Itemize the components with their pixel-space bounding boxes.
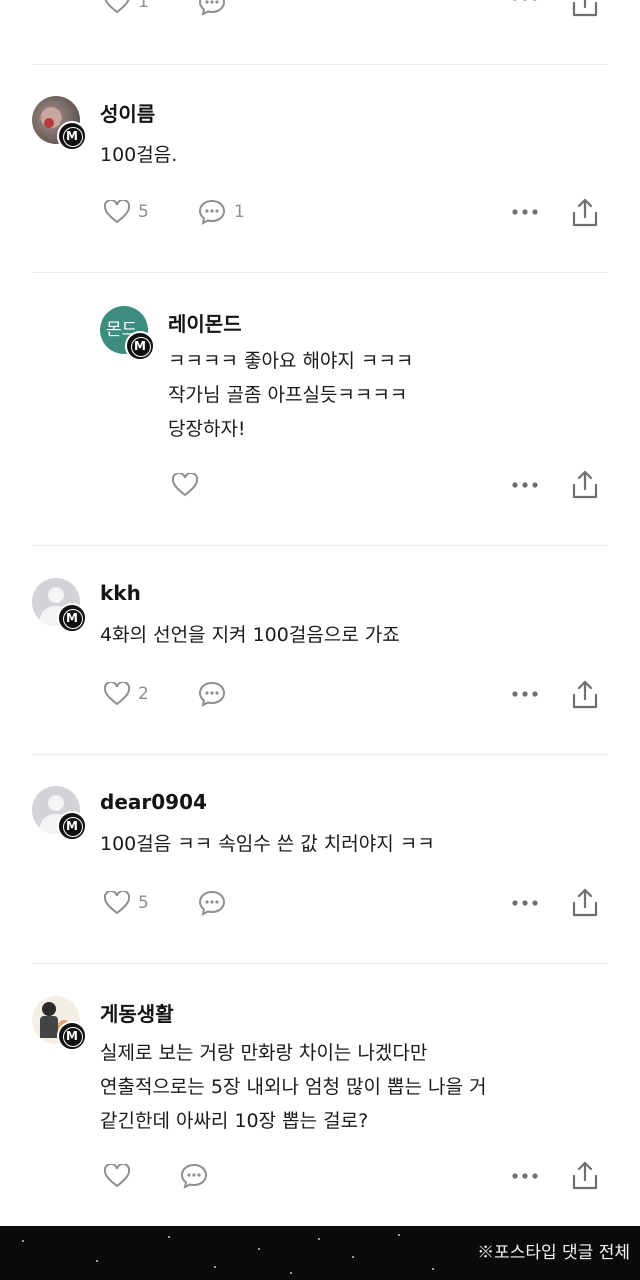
reply-count: 1 bbox=[234, 202, 245, 222]
footer-caption: ※포스타입 댓글 전체 bbox=[477, 1243, 630, 1263]
comment-bubble-icon bbox=[198, 0, 226, 16]
like-count: 5 bbox=[138, 893, 149, 913]
heart-icon bbox=[104, 891, 130, 915]
comment-username[interactable]: 레이몬드 bbox=[168, 308, 242, 337]
more-dots-icon bbox=[512, 482, 538, 488]
more-button[interactable] bbox=[511, 1172, 539, 1180]
avatar[interactable]: M bbox=[32, 96, 87, 151]
reply-button[interactable] bbox=[198, 681, 226, 707]
divider bbox=[32, 545, 608, 546]
share-button[interactable] bbox=[571, 680, 599, 710]
like-button[interactable]: 5 bbox=[104, 891, 149, 915]
more-button[interactable] bbox=[511, 0, 539, 2]
comment-bubble-icon bbox=[198, 890, 226, 916]
reply-button[interactable] bbox=[198, 0, 226, 16]
more-button[interactable] bbox=[511, 208, 539, 216]
divider bbox=[32, 754, 608, 755]
share-button[interactable] bbox=[571, 0, 599, 18]
share-upload-icon bbox=[572, 470, 598, 499]
comment-list: 1 M 성이름 100걸음. 5 1 몬드 M 레이몬드 ㅋㅋㅋㅋ 좋아요 해야… bbox=[0, 0, 640, 1280]
more-dots-icon bbox=[512, 900, 538, 906]
share-upload-icon bbox=[572, 680, 598, 709]
comment-text: 4화의 선언을 지켜 100걸음으로 가죠 bbox=[100, 624, 400, 646]
comment-username[interactable]: kkh bbox=[100, 581, 141, 605]
heart-icon bbox=[104, 200, 130, 224]
like-button[interactable]: 2 bbox=[104, 682, 149, 706]
comment-text: 실제로 보는 거랑 만화랑 차이는 나겠다만 연출적으로는 5장 내외나 엄청 … bbox=[100, 1042, 487, 1132]
membership-m-badge-icon: M bbox=[57, 1021, 87, 1051]
divider bbox=[32, 64, 608, 65]
more-dots-icon bbox=[512, 1173, 538, 1179]
like-count: 5 bbox=[138, 202, 149, 222]
membership-m-badge-icon: M bbox=[57, 603, 87, 633]
share-upload-icon bbox=[572, 888, 598, 917]
share-upload-icon bbox=[572, 0, 598, 17]
more-dots-icon bbox=[512, 691, 538, 697]
comment-text: ㅋㅋㅋㅋ 좋아요 해야지 ㅋㅋㅋ 작가님 골좀 아프실듯ㅋㅋㅋㅋ 당장하자! bbox=[168, 350, 414, 440]
divider bbox=[32, 963, 608, 964]
reply-button[interactable] bbox=[198, 890, 226, 916]
reply-button[interactable]: 1 bbox=[198, 199, 245, 225]
comment-bubble-icon bbox=[180, 1163, 208, 1189]
share-button[interactable] bbox=[571, 888, 599, 918]
like-button[interactable]: 5 bbox=[104, 200, 149, 224]
share-upload-icon bbox=[572, 1161, 598, 1190]
heart-icon bbox=[104, 1164, 130, 1188]
avatar[interactable]: M bbox=[32, 996, 87, 1051]
more-button[interactable] bbox=[511, 899, 539, 907]
like-count: 1 bbox=[138, 0, 149, 12]
heart-icon bbox=[172, 473, 198, 497]
membership-m-badge-icon: M bbox=[125, 331, 155, 361]
like-count: 2 bbox=[138, 684, 149, 704]
comment-bubble-icon bbox=[198, 199, 226, 225]
membership-m-badge-icon: M bbox=[57, 121, 87, 151]
more-dots-icon bbox=[513, 0, 537, 1]
share-button[interactable] bbox=[571, 470, 599, 500]
comment-bubble-icon bbox=[198, 681, 226, 707]
more-button[interactable] bbox=[511, 690, 539, 698]
membership-m-badge-icon: M bbox=[57, 811, 87, 841]
comment-username[interactable]: 성이름 bbox=[100, 98, 155, 127]
avatar[interactable]: M bbox=[32, 786, 87, 841]
reply-button[interactable] bbox=[180, 1163, 208, 1189]
more-button[interactable] bbox=[511, 481, 539, 489]
like-button[interactable] bbox=[104, 1164, 130, 1188]
comment-username[interactable]: dear0904 bbox=[100, 790, 207, 814]
heart-icon bbox=[104, 0, 130, 14]
share-button[interactable] bbox=[571, 1161, 599, 1191]
comment-text: 100걸음 ㅋㅋ 속임수 쓴 값 치러야지 ㅋㅋ bbox=[100, 833, 435, 855]
comment-username[interactable]: 게동생활 bbox=[100, 998, 174, 1027]
share-upload-icon bbox=[572, 198, 598, 227]
avatar[interactable]: M bbox=[32, 578, 87, 633]
caption-footer: ※포스타입 댓글 전체 bbox=[0, 1226, 640, 1280]
comment-text: 100걸음. bbox=[100, 144, 178, 166]
like-button[interactable]: 1 bbox=[104, 0, 149, 14]
divider bbox=[32, 272, 608, 273]
like-button[interactable] bbox=[172, 473, 198, 497]
more-dots-icon bbox=[512, 209, 538, 215]
avatar[interactable]: 몬드 M bbox=[100, 306, 155, 361]
heart-icon bbox=[104, 682, 130, 706]
share-button[interactable] bbox=[571, 198, 599, 228]
